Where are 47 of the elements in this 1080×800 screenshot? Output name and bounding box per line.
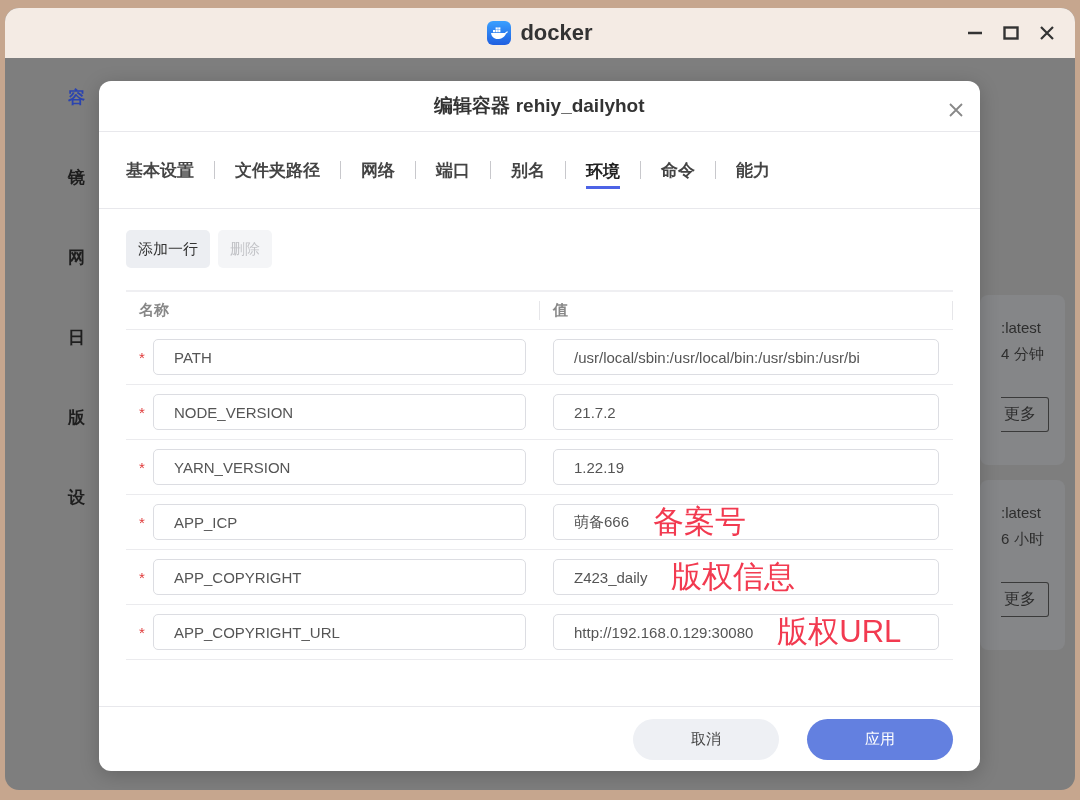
tab[interactable]: 命令	[661, 152, 695, 188]
input-field[interactable]: 1.22.19	[553, 449, 939, 485]
sidebar-item[interactable]: 设	[5, 487, 99, 567]
tab[interactable]: 网络	[361, 152, 395, 188]
sidebar-item[interactable]: 网	[5, 247, 99, 327]
cancel-button[interactable]: 取消	[633, 718, 779, 760]
maximize-icon[interactable]	[1003, 25, 1019, 41]
tab[interactable]: 能力	[736, 152, 770, 188]
input-field[interactable]: NODE_VERSION	[153, 394, 526, 430]
input-field[interactable]: 21.7.2	[553, 394, 939, 430]
annotation-text: 版权URL	[777, 615, 902, 649]
more-button[interactable]: 更多	[1001, 582, 1049, 617]
tab[interactable]: 环境	[586, 154, 620, 189]
time-text: 4 分钟	[1001, 344, 1045, 364]
required-mark: *	[139, 623, 146, 641]
input-field[interactable]: YARN_VERSION	[153, 449, 526, 485]
sidebar-item[interactable]: 镜	[5, 167, 99, 247]
required-mark: *	[139, 348, 146, 366]
input-field[interactable]: /usr/local/sbin:/usr/local/bin:/usr/sbin:/usr/bi	[553, 339, 939, 375]
required-mark: *	[139, 403, 146, 421]
add-row-button[interactable]: 添加一行	[126, 230, 210, 268]
input-field[interactable]: APP_COPYRIGHT	[153, 559, 526, 595]
required-mark: *	[139, 568, 146, 586]
sidebar-item[interactable]: 日	[5, 327, 99, 407]
window-title: docker	[520, 20, 593, 46]
required-mark: *	[139, 458, 146, 476]
column-header: 值	[540, 301, 953, 320]
annotation-text: 备案号	[653, 505, 747, 539]
tab[interactable]: 别名	[511, 152, 545, 188]
sidebar-item[interactable]: 版	[5, 407, 99, 487]
time-text: 6 小时	[1001, 529, 1045, 549]
image-tag-text: :latest	[1001, 318, 1043, 338]
tab[interactable]: 文件夹路径	[235, 152, 320, 188]
column-header: 名称	[126, 301, 540, 320]
input-field[interactable]: PATH	[153, 339, 526, 375]
image-tag-text: :latest	[1001, 503, 1043, 523]
whale-logo-icon	[487, 21, 512, 45]
close-icon[interactable]	[1039, 25, 1055, 41]
required-mark: *	[139, 513, 146, 531]
input-field[interactable]: APP_COPYRIGHT_URL	[153, 614, 526, 650]
input-field[interactable]: APP_ICP	[153, 504, 526, 540]
dialog-title: 编辑容器 rehiy_dailyhot	[434, 94, 645, 118]
more-button[interactable]: 更多	[1001, 397, 1049, 432]
annotation-text: 版权信息	[671, 560, 796, 594]
tab[interactable]: 基本设置	[126, 152, 194, 188]
apply-button[interactable]: 应用	[807, 718, 953, 760]
tab[interactable]: 端口	[436, 152, 470, 188]
